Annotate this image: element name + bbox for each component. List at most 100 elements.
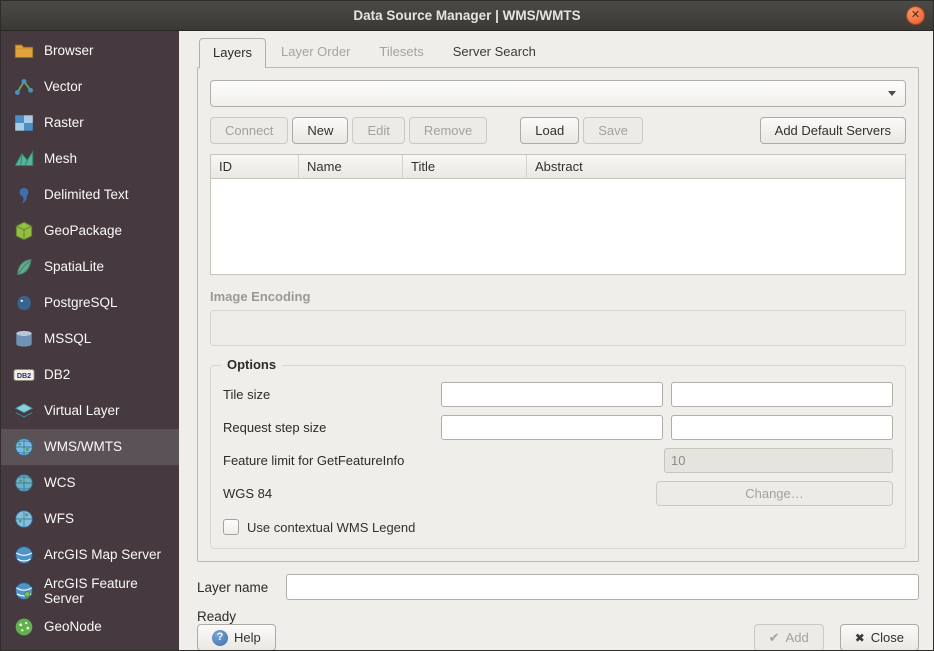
globe-icon — [13, 508, 35, 530]
main-panel: Layers Layer Order Tilesets Server Searc… — [179, 31, 933, 650]
change-crs-button[interactable]: Change… — [656, 481, 893, 506]
sidebar-item-label: Mesh — [44, 151, 77, 166]
tab-layer-order[interactable]: Layer Order — [267, 37, 364, 67]
tile-size-row: Tile size — [223, 382, 893, 407]
help-icon: ? — [212, 630, 228, 646]
layers-table-header: ID Name Title Abstract — [211, 155, 905, 179]
crs-label: WGS 84 — [223, 486, 441, 501]
sidebar-item-raster[interactable]: Raster — [1, 105, 179, 141]
window-body: Browser Vector Raster Mesh Delimited Tex… — [1, 31, 933, 650]
sidebar-item-mssql[interactable]: MSSQL — [1, 321, 179, 357]
mesh-layer-icon — [13, 148, 35, 170]
vector-layer-icon — [13, 76, 35, 98]
image-encoding-group-title: Image Encoding — [210, 289, 906, 304]
sidebar-item-delimited-text[interactable]: Delimited Text — [1, 177, 179, 213]
window-title: Data Source Manager | WMS/WMTS — [353, 8, 580, 23]
sidebar-item-wms-wmts[interactable]: WMS/WMTS — [1, 429, 179, 465]
sidebar-item-label: ArcGIS Feature Server — [44, 576, 171, 606]
sidebar-item-label: Virtual Layer — [44, 403, 120, 418]
tab-layers[interactable]: Layers — [199, 38, 266, 68]
wms-legend-row: Use contextual WMS Legend — [223, 519, 893, 535]
comma-icon — [13, 184, 35, 206]
layer-name-label: Layer name — [197, 580, 286, 595]
raster-layer-icon — [13, 112, 35, 134]
geonode-icon — [13, 616, 35, 638]
sidebar-item-label: PostgreSQL — [44, 295, 118, 310]
sidebar-item-vector[interactable]: Vector — [1, 69, 179, 105]
sidebar-item-arcgis-feature-server[interactable]: ArcGIS Feature Server — [1, 573, 179, 609]
folder-icon — [13, 40, 35, 62]
titlebar[interactable]: Data Source Manager | WMS/WMTS ✕ — [1, 1, 933, 31]
sidebar-item-label: ArcGIS Map Server — [44, 547, 161, 562]
contextual-legend-checkbox[interactable] — [223, 519, 239, 535]
feature-limit-label: Feature limit for GetFeatureInfo — [223, 453, 441, 468]
status-text: Ready — [197, 609, 919, 624]
globe-icon — [13, 436, 35, 458]
new-button[interactable]: New — [292, 117, 348, 144]
add-default-servers-button[interactable]: Add Default Servers — [760, 117, 906, 144]
layers-table: ID Name Title Abstract — [210, 154, 906, 275]
contextual-legend-label: Use contextual WMS Legend — [247, 520, 415, 535]
sidebar-item-geonode[interactable]: GeoNode — [1, 609, 179, 645]
feather-icon — [13, 256, 35, 278]
arcgis-globe-icon — [13, 580, 35, 602]
dialog-button-row: ? Help ✔ Add ✖ Close — [197, 624, 919, 651]
layers-tab-content: Connect New Edit Remove Load Save Add De… — [197, 67, 919, 562]
server-connection-combobox[interactable] — [210, 80, 906, 107]
virtual-layer-icon — [13, 400, 35, 422]
column-header-abstract[interactable]: Abstract — [527, 155, 905, 178]
layers-table-body[interactable] — [211, 179, 905, 274]
crs-row: WGS 84 Change… — [223, 481, 893, 506]
db2-badge-icon: DB2 — [13, 364, 35, 386]
sidebar-item-postgresql[interactable]: PostgreSQL — [1, 285, 179, 321]
image-encoding-frame — [210, 310, 906, 346]
step-height-input[interactable] — [671, 415, 893, 440]
remove-button[interactable]: Remove — [409, 117, 487, 144]
options-group-title: Options — [221, 357, 282, 372]
sidebar-item-browser[interactable]: Browser — [1, 33, 179, 69]
window-close-button[interactable]: ✕ — [906, 6, 925, 25]
feature-limit-input[interactable] — [664, 448, 893, 473]
svg-text:DB2: DB2 — [17, 372, 31, 380]
sidebar-item-label: WMS/WMTS — [44, 439, 122, 454]
options-group: Options Tile size Request step size — [210, 365, 906, 549]
tile-width-input[interactable] — [441, 382, 663, 407]
sidebar-item-virtual-layer[interactable]: Virtual Layer — [1, 393, 179, 429]
step-width-input[interactable] — [441, 415, 663, 440]
sidebar-item-wcs[interactable]: WCS — [1, 465, 179, 501]
request-step-size-label: Request step size — [223, 420, 441, 435]
column-header-name[interactable]: Name — [299, 155, 403, 178]
layer-name-input[interactable] — [286, 574, 919, 600]
tile-height-input[interactable] — [671, 382, 893, 407]
add-button[interactable]: ✔ Add — [754, 624, 824, 651]
column-header-id[interactable]: ID — [211, 155, 299, 178]
data-source-manager-window: Data Source Manager | WMS/WMTS ✕ Browser… — [0, 0, 934, 651]
globe-icon — [13, 472, 35, 494]
tab-tilesets[interactable]: Tilesets — [365, 37, 437, 67]
sidebar-item-arcgis-map-server[interactable]: ArcGIS Map Server — [1, 537, 179, 573]
tab-server-search[interactable]: Server Search — [439, 37, 550, 67]
help-button[interactable]: ? Help — [197, 624, 276, 651]
tab-bar: Layers Layer Order Tilesets Server Searc… — [197, 37, 919, 67]
close-icon: ✖ — [855, 631, 865, 645]
connect-button[interactable]: Connect — [210, 117, 288, 144]
save-button[interactable]: Save — [583, 117, 643, 144]
sidebar-item-wfs[interactable]: WFS — [1, 501, 179, 537]
sidebar-item-label: Browser — [44, 43, 94, 58]
close-button[interactable]: ✖ Close — [840, 624, 919, 651]
load-button[interactable]: Load — [520, 117, 579, 144]
edit-button[interactable]: Edit — [352, 117, 404, 144]
feature-limit-row: Feature limit for GetFeatureInfo — [223, 448, 893, 473]
sidebar-item-label: SpatiaLite — [44, 259, 104, 274]
layer-name-row: Layer name — [197, 574, 919, 600]
sidebar-item-label: Raster — [44, 115, 84, 130]
tile-size-label: Tile size — [223, 387, 441, 402]
sidebar-item-db2[interactable]: DB2 DB2 — [1, 357, 179, 393]
arcgis-globe-icon — [13, 544, 35, 566]
sidebar-item-geopackage[interactable]: GeoPackage — [1, 213, 179, 249]
sidebar-item-label: Vector — [44, 79, 82, 94]
sidebar-item-spatialite[interactable]: SpatiaLite — [1, 249, 179, 285]
column-header-title[interactable]: Title — [403, 155, 527, 178]
sidebar-item-label: WCS — [44, 475, 76, 490]
sidebar-item-mesh[interactable]: Mesh — [1, 141, 179, 177]
